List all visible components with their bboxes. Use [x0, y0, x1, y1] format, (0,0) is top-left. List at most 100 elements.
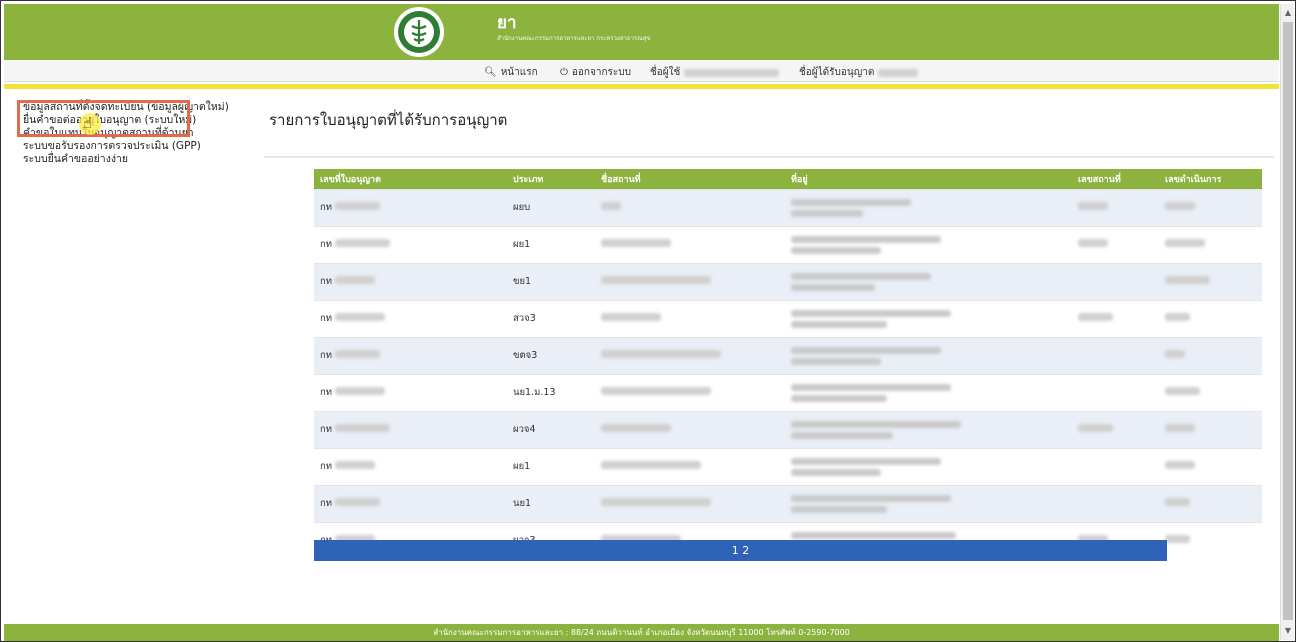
place-name-redacted — [601, 239, 671, 247]
nav-licensee: ชื่อผู้ได้รับอนุญาต — [799, 65, 919, 80]
site-header: ยา สำนักงานคณะกรรมการอาหารและยา กระทรวงส… — [4, 4, 1279, 60]
operator-no-cell — [1159, 336, 1262, 374]
operator-no-cell — [1159, 447, 1262, 485]
nav-logout-label: ออกจากระบบ — [571, 67, 631, 78]
page-title: รายการใบอนุญาตที่ได้รับการอนุญาต — [269, 111, 508, 129]
place-name-cell — [595, 262, 785, 300]
license-prefix: กท — [320, 276, 333, 287]
table-row[interactable]: กท ขย1 — [314, 262, 1262, 300]
license-prefix: กท — [320, 387, 333, 398]
table-row[interactable]: กท ผย1 — [314, 447, 1262, 485]
license-cell: กท — [314, 299, 507, 337]
license-no-redacted — [335, 350, 381, 358]
place-name-cell — [595, 484, 785, 522]
licensee-name-redacted — [878, 68, 919, 77]
table-row[interactable]: กท ผวจ4 — [314, 410, 1262, 448]
operator-no-cell — [1159, 521, 1262, 559]
place-no-redacted — [1078, 239, 1108, 247]
nav-home-link[interactable]: 🔍︎ หน้าแรก — [484, 65, 538, 80]
place-no-redacted — [1078, 424, 1113, 432]
license-no-redacted — [335, 313, 386, 321]
place-name-cell — [595, 188, 785, 226]
address-redacted — [791, 357, 881, 365]
address-redacted — [791, 431, 893, 439]
address-redacted — [791, 272, 931, 280]
license-cell: กท — [314, 484, 507, 522]
address-redacted — [791, 346, 941, 354]
license-prefix: กท — [320, 424, 333, 435]
table-row[interactable]: กท นย1 — [314, 484, 1262, 522]
hand-cursor-icon: ☝ — [83, 114, 93, 132]
address-cell — [785, 299, 1072, 337]
address-redacted — [791, 283, 875, 291]
col-operator-no: เลขดำเนินการ — [1159, 169, 1262, 189]
operator-no-redacted — [1165, 424, 1195, 432]
place-no-cell — [1072, 188, 1159, 226]
place-name-cell — [595, 336, 785, 374]
col-place-name: ชื่อสถานที่ — [595, 169, 785, 189]
license-prefix: กท — [320, 498, 333, 509]
moph-logo-icon — [394, 7, 444, 57]
table-row[interactable]: กท ผยบ — [314, 188, 1262, 226]
place-name-redacted — [601, 461, 701, 469]
col-address: ที่อยู่ — [785, 169, 1072, 189]
address-cell — [785, 484, 1072, 522]
address-redacted — [791, 420, 961, 428]
address-redacted — [791, 309, 951, 317]
operator-no-cell — [1159, 262, 1262, 300]
operator-no-redacted — [1165, 387, 1200, 395]
pagination[interactable]: 1 2 — [314, 540, 1167, 561]
license-prefix: กท — [320, 461, 333, 472]
place-name-cell — [595, 410, 785, 448]
operator-no-redacted — [1165, 535, 1190, 544]
place-name-redacted — [601, 202, 621, 210]
user-name-redacted — [684, 68, 780, 77]
nav-licensee-label: ชื่อผู้ได้รับอนุญาต — [799, 67, 875, 78]
place-no-cell — [1072, 225, 1159, 263]
operator-no-redacted — [1165, 276, 1210, 284]
scroll-down-icon[interactable]: ▼ — [1281, 624, 1295, 638]
col-place-no: เลขสถานที่ — [1072, 169, 1159, 189]
table-row[interactable]: กท นย1.ม.13 — [314, 373, 1262, 411]
license-cell: กท — [314, 336, 507, 374]
operator-no-redacted — [1165, 239, 1205, 247]
place-name-redacted — [601, 350, 721, 358]
nav-logout-link[interactable]: ⏻ ออกจากระบบ — [560, 65, 631, 80]
license-no-redacted — [335, 461, 376, 469]
place-name-cell — [595, 299, 785, 337]
type-cell: ขตจ3 — [507, 336, 595, 374]
type-cell: ผย1 — [507, 447, 595, 485]
type-cell: นย1.ม.13 — [507, 373, 595, 411]
license-cell: กท — [314, 373, 507, 411]
nav-user-label: ชื่อผู้ใช้ — [650, 67, 681, 78]
license-cell: กท — [314, 447, 507, 485]
operator-no-cell — [1159, 299, 1262, 337]
table-row[interactable]: กท สวจ3 — [314, 299, 1262, 337]
operator-no-redacted — [1165, 313, 1190, 321]
operator-no-redacted — [1165, 498, 1190, 506]
sidebar-item-simple-request[interactable]: ระบบยื่นคำขออย่างง่าย — [23, 153, 233, 166]
table-row[interactable]: กท ขตจ3 — [314, 336, 1262, 374]
address-redacted — [791, 383, 951, 391]
operator-no-cell — [1159, 484, 1262, 522]
search-icon: 🔍︎ — [484, 67, 497, 78]
place-no-cell — [1072, 373, 1159, 411]
type-cell: นย1 — [507, 484, 595, 522]
nav-user: ชื่อผู้ใช้ — [650, 65, 780, 80]
sidebar-item-gpp[interactable]: ระบบขอรับรองการตรวจประเมิน (GPP) — [23, 140, 233, 153]
vertical-scrollbar[interactable]: ▲ ▼ — [1280, 4, 1294, 640]
license-cell: กท — [314, 188, 507, 226]
license-no-redacted — [335, 424, 391, 432]
table-row[interactable]: กท ผย1 — [314, 225, 1262, 263]
address-cell — [785, 447, 1072, 485]
place-no-cell — [1072, 447, 1159, 485]
scroll-up-icon[interactable]: ▲ — [1281, 6, 1295, 20]
address-cell — [785, 188, 1072, 226]
place-name-cell — [595, 225, 785, 263]
address-redacted — [791, 394, 887, 402]
top-nav: 🔍︎ หน้าแรก ⏻ ออกจากระบบ ชื่อผู้ใช้ ชื่อผ… — [4, 60, 1279, 82]
place-no-cell — [1072, 484, 1159, 522]
place-no-redacted — [1078, 202, 1108, 210]
scroll-thumb[interactable] — [1283, 22, 1293, 620]
address-redacted — [791, 494, 951, 502]
